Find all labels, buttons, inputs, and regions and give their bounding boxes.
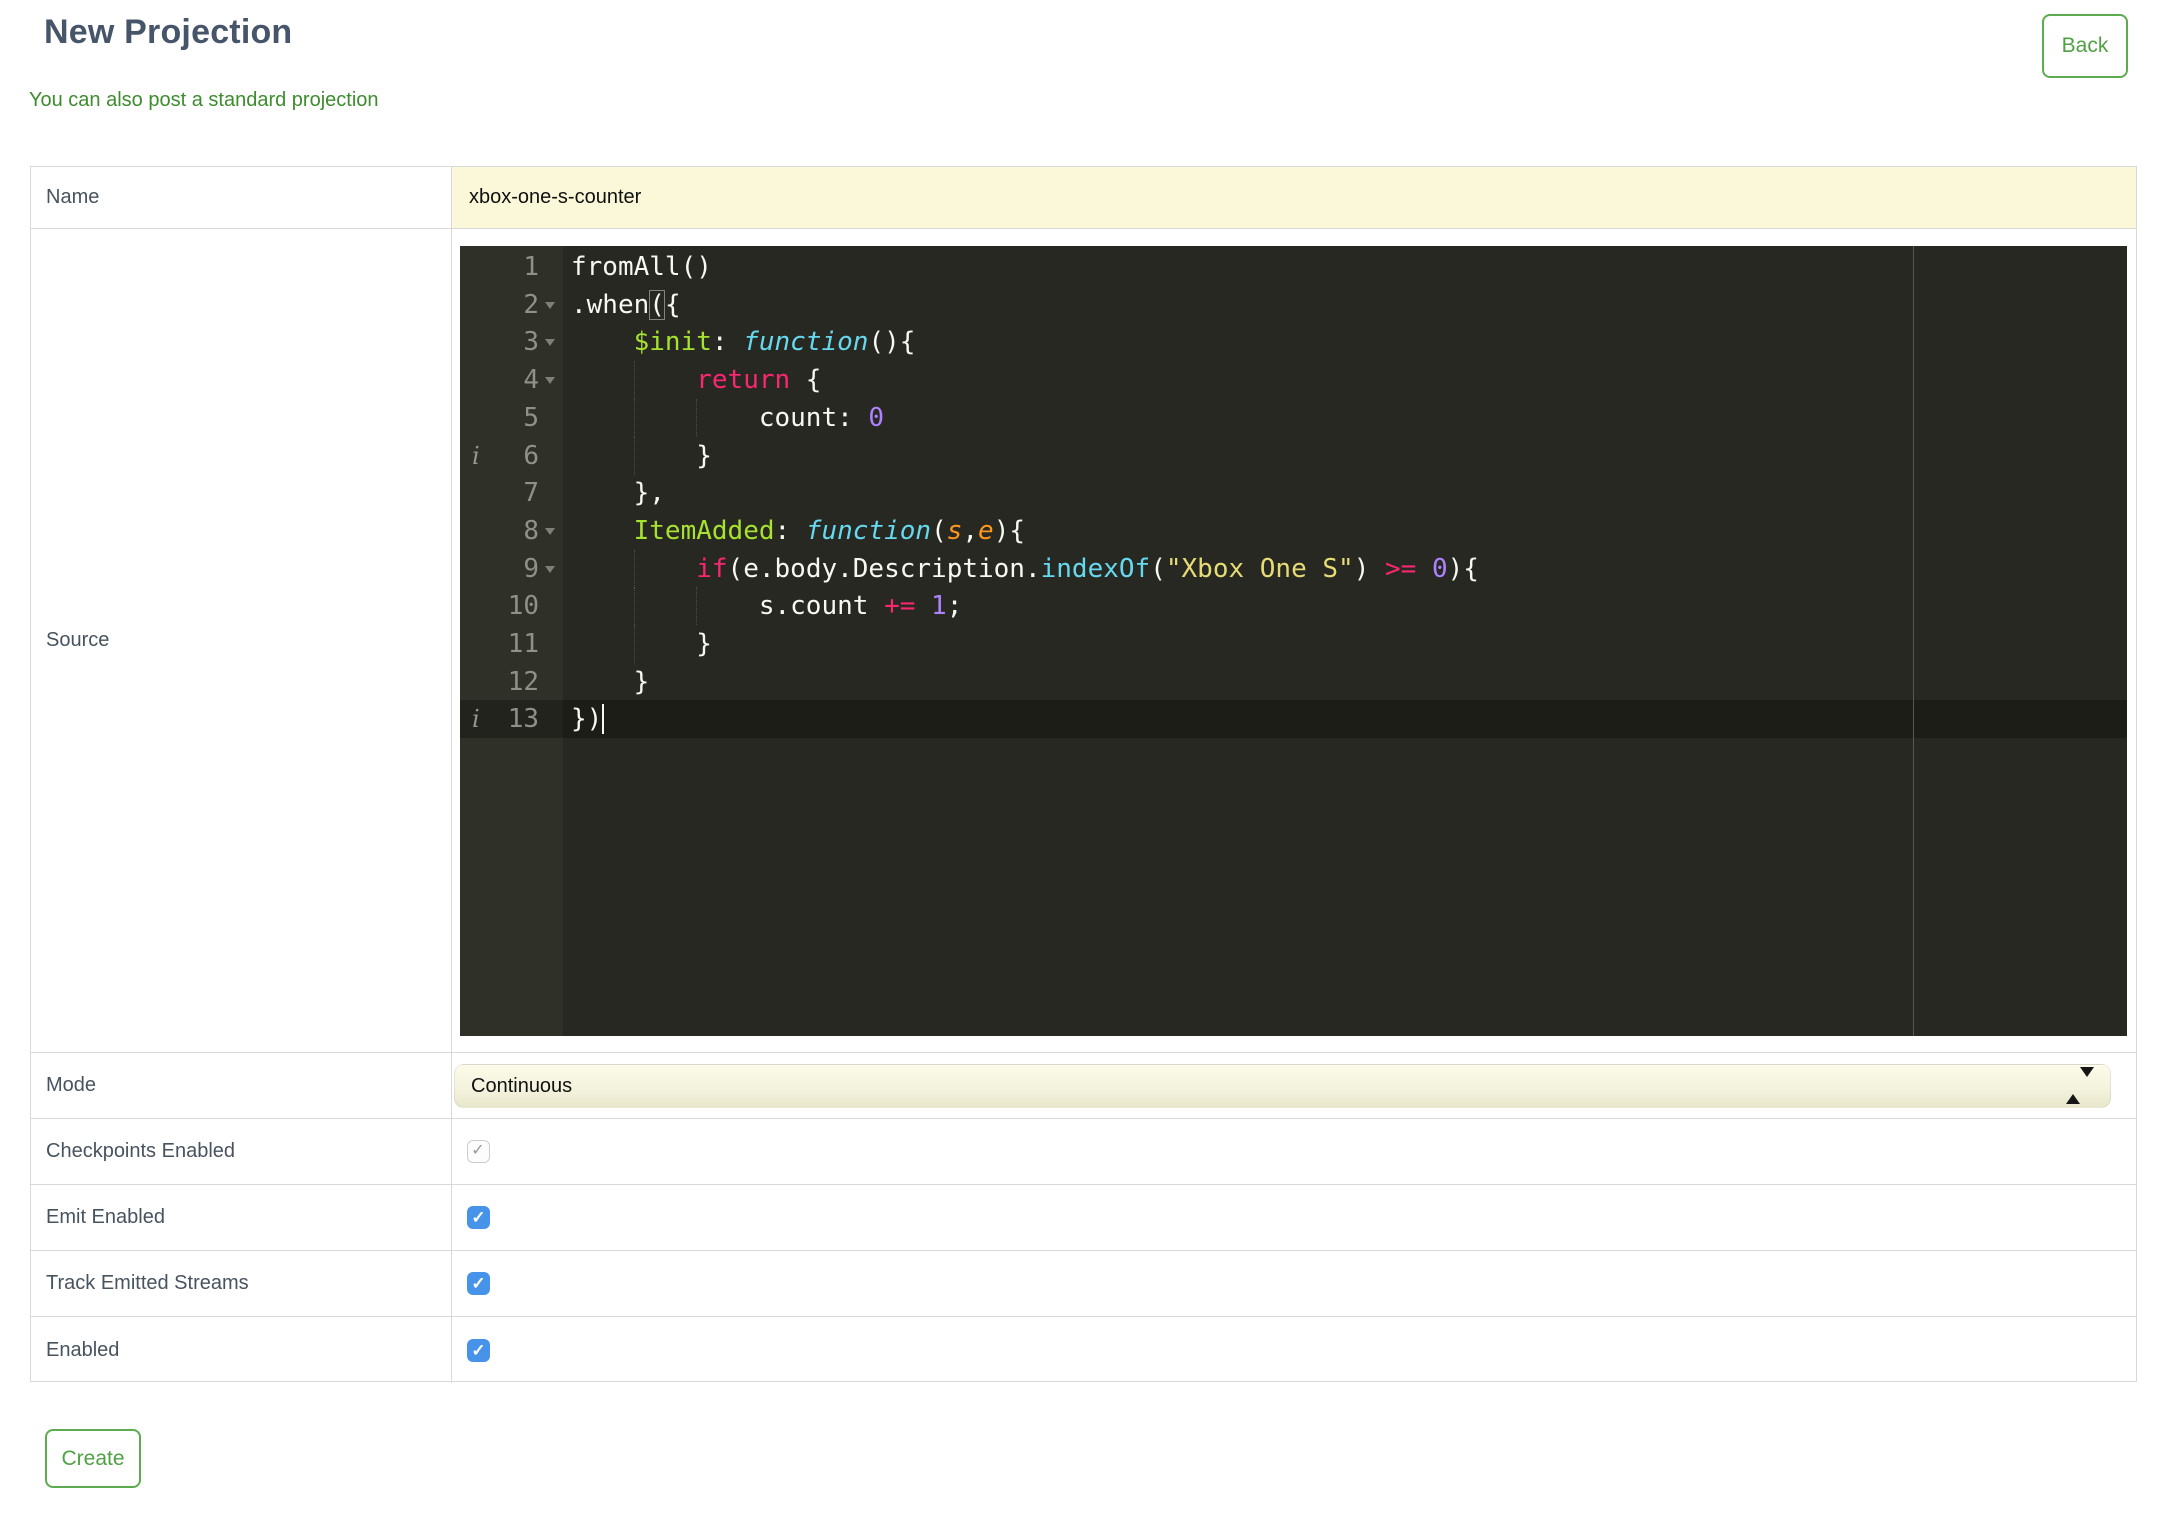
standard-projection-link[interactable]: You can also post a standard projection <box>29 89 379 112</box>
back-button[interactable]: Back <box>2042 14 2128 78</box>
emit-checkbox[interactable] <box>467 1206 490 1229</box>
track-label: Track Emitted Streams <box>31 1251 452 1316</box>
line-number: 7 <box>523 478 539 509</box>
line-number: 1 <box>523 252 539 282</box>
mode-label: Mode <box>31 1053 452 1118</box>
line-number: 10 <box>507 591 539 622</box>
code-line: return { <box>696 365 822 396</box>
name-label: Name <box>31 167 452 228</box>
line-number: 9 <box>523 553 539 584</box>
indent-guide <box>633 361 635 400</box>
line-number: 8 <box>523 515 539 546</box>
editor-gutter: 1 2 3 4 5 i 6 7 8 9 10 11 12 i 13 <box>460 246 563 1036</box>
checkpoints-label: Checkpoints Enabled <box>31 1119 452 1184</box>
gutter-cell: 2 <box>460 286 563 324</box>
line-number: 13 <box>507 704 539 735</box>
line-number: 3 <box>523 327 539 358</box>
indent-guide <box>633 587 635 626</box>
fold-arrow-icon[interactable] <box>545 565 555 573</box>
source-label: Source <box>31 229 452 1052</box>
create-button[interactable]: Create <box>45 1429 141 1488</box>
enabled-value-cell <box>452 1317 2136 1383</box>
mode-select[interactable]: Continuous <box>454 1064 2111 1108</box>
gutter-cell: 4 <box>460 361 563 399</box>
source-value-cell: 1 2 3 4 5 i 6 7 8 9 10 11 12 i 13 fromAll() .when({ $in… <box>452 229 2136 1052</box>
checkpoints-value-cell <box>452 1119 2136 1184</box>
indent-guide <box>633 549 635 588</box>
page-title: New Projection <box>44 13 293 51</box>
emit-value-cell <box>452 1185 2136 1250</box>
enabled-checkbox[interactable] <box>467 1338 490 1362</box>
code-lines: fromAll() .when({ $init: function(){ retu… <box>571 246 2127 1036</box>
checkpoints-checkbox <box>467 1140 490 1163</box>
gutter-cell: 5 <box>460 399 563 437</box>
fold-arrow-icon[interactable] <box>545 527 555 535</box>
fold-arrow-icon[interactable] <box>545 339 555 347</box>
line-number: 12 <box>507 666 539 697</box>
track-checkbox[interactable] <box>467 1272 490 1295</box>
line-number: 6 <box>523 440 539 471</box>
code-line: .when({ <box>571 289 681 320</box>
indent-guide <box>696 398 698 437</box>
enabled-row: Enabled <box>31 1317 2136 1383</box>
line-number: 5 <box>523 402 539 433</box>
code-line: }, <box>571 478 665 509</box>
fold-arrow-icon[interactable] <box>545 377 555 385</box>
mode-selected-value: Continuous <box>471 1074 573 1097</box>
code-line: fromAll() <box>571 252 712 282</box>
gutter-cell: 8 <box>460 512 563 550</box>
fold-arrow-icon[interactable] <box>545 301 555 309</box>
info-annotation-icon: i <box>472 441 480 470</box>
indent-guide <box>633 436 635 475</box>
code-line: s.count += 1; <box>571 591 963 622</box>
gutter-cell: 3 <box>460 323 563 361</box>
code-line: if(e.body.Description.indexOf("Xbox One … <box>696 553 1479 584</box>
select-arrows-icon <box>2066 1067 2094 1104</box>
gutter-cell: 7 <box>460 474 563 512</box>
name-value-cell <box>452 167 2136 228</box>
code-line: }) <box>571 704 603 735</box>
emit-label: Emit Enabled <box>31 1185 452 1250</box>
code-line: } <box>571 666 650 697</box>
gutter-cell: 12 <box>460 663 563 701</box>
text-cursor <box>602 704 605 735</box>
indent-guide <box>696 587 698 626</box>
code-line: ItemAdded: function(s,e){ <box>633 515 1025 546</box>
mode-row: Mode Continuous <box>31 1053 2136 1119</box>
track-value-cell <box>452 1251 2136 1316</box>
code-line: } <box>571 440 712 471</box>
source-row: Source 1 2 3 4 5 i 6 7 8 9 10 11 12 i 13 fromAll() .whe… <box>31 229 2136 1053</box>
gutter-cell: 1 <box>460 248 563 286</box>
emit-row: Emit Enabled <box>31 1185 2136 1251</box>
track-row: Track Emitted Streams <box>31 1251 2136 1317</box>
code-line: count: 0 <box>571 402 885 433</box>
name-row: Name <box>31 167 2136 229</box>
checkpoints-row: Checkpoints Enabled <box>31 1119 2136 1185</box>
enabled-label: Enabled <box>31 1317 452 1383</box>
code-line: $init: function(){ <box>633 327 916 358</box>
line-number: 11 <box>507 629 539 659</box>
indent-guide <box>633 625 635 663</box>
gutter-cell: i6 <box>460 437 563 475</box>
projection-form-table: Name Source 12345i6789101112i13 fromAll(… <box>30 166 2137 1383</box>
code-line: } <box>571 629 712 659</box>
gutter-cell: 10 <box>460 587 563 625</box>
line-number: 2 <box>523 289 539 320</box>
info-annotation-icon: i <box>472 705 480 734</box>
line-number: 4 <box>523 365 539 396</box>
indent-guide <box>633 398 635 437</box>
source-code-editor[interactable]: 1 2 3 4 5 i 6 7 8 9 10 11 12 i 13 fromAll() .when({ $in… <box>460 246 2127 1036</box>
name-input[interactable] <box>452 167 2136 228</box>
gutter-cell: 11 <box>460 625 563 663</box>
gutter-cell: 9 <box>460 550 563 588</box>
gutter-cell: i 13 <box>460 700 563 739</box>
mode-value-cell: Continuous <box>452 1053 2136 1118</box>
